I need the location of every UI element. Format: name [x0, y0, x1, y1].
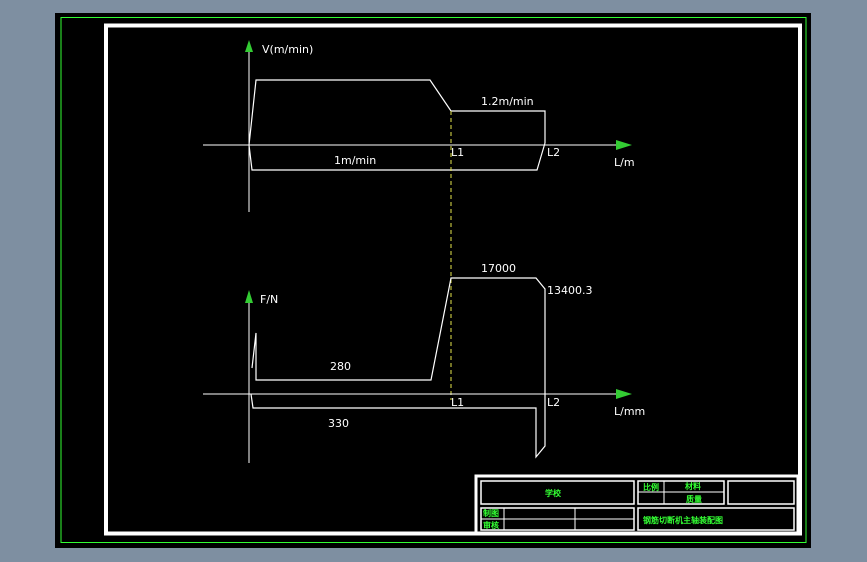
checked-by-label: 审核 [483, 520, 499, 530]
return-load-label: 330 [328, 417, 349, 430]
velocity-x-arrow-icon [616, 140, 632, 150]
forward-speed-label: 1.2m/min [481, 95, 534, 108]
school-label: 学校 [545, 488, 562, 498]
cad-drawing: V(m/min) 1.2m/min 1m/min L1 L2 L/m F/N 1… [60, 17, 807, 543]
velocity-diagram: V(m/min) 1.2m/min 1m/min L1 L2 L/m [203, 40, 635, 400]
force-diagram: F/N 17000 13400.3 280 330 L1 L2 L/mm [203, 262, 645, 463]
load-start-label: 280 [330, 360, 351, 373]
load-end-label: 13400.3 [547, 284, 593, 297]
velocity-x-label: L/m [614, 156, 635, 169]
force-return-curve [250, 393, 546, 459]
velocity-l2-label: L2 [547, 146, 560, 159]
scale-label: 比例 [643, 482, 659, 492]
velocity-y-arrow-icon [245, 40, 253, 52]
velocity-return-curve [248, 142, 546, 171]
force-x-arrow-icon [616, 389, 632, 399]
force-y-arrow-icon [245, 290, 253, 303]
blank-cell [727, 480, 795, 505]
load-peak-label: 17000 [481, 262, 516, 275]
force-forward-curve [251, 277, 546, 394]
title-block: 学校 比例 材料 质量 制图 审核 钢筋切断机主轴装配图 [474, 474, 800, 535]
material-label: 材料 [685, 481, 701, 491]
force-y-label: F/N [260, 293, 278, 306]
velocity-l1-label: L1 [451, 146, 464, 159]
force-l2-label: L2 [547, 396, 560, 409]
drawing-frame [104, 23, 802, 536]
force-l1-label: L1 [451, 396, 464, 409]
force-x-label: L/mm [614, 405, 645, 418]
velocity-y-label: V(m/min) [262, 43, 313, 56]
drawing-title: 钢筋切断机主轴装配图 [643, 515, 723, 525]
return-speed-label: 1m/min [334, 154, 376, 167]
mass-label: 质量 [686, 494, 702, 504]
drawn-by-label: 制图 [483, 508, 499, 518]
velocity-forward-curve [248, 79, 546, 146]
outer-border [60, 17, 807, 543]
